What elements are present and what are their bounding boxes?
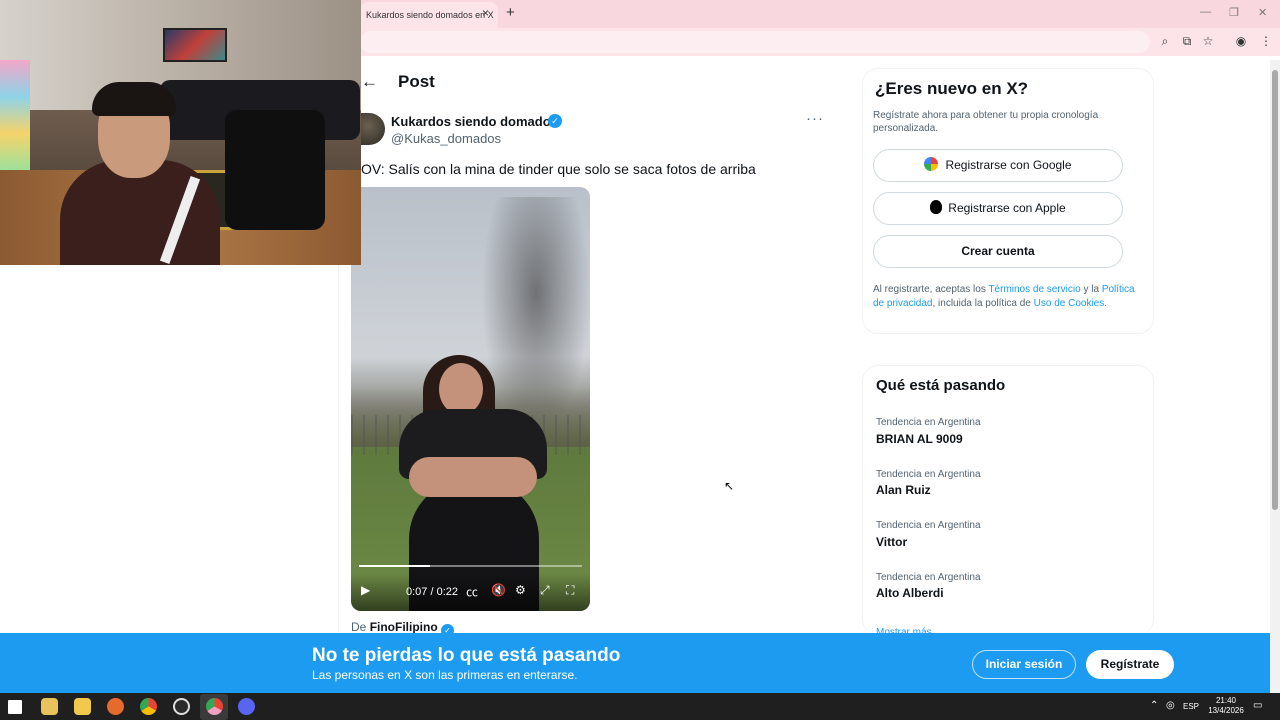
tab-title: Kukardos siendo domados en X — [366, 10, 494, 20]
restore-icon[interactable]: ❐ — [1229, 6, 1239, 19]
webcam-chair — [225, 110, 325, 230]
signup-title: ¿Eres nuevo en X? — [875, 79, 1029, 98]
tray-date: 13/4/2026 — [1208, 706, 1244, 715]
webcam-shelf — [0, 60, 30, 170]
mute-icon[interactable]: 🔇 — [491, 583, 506, 597]
banner-title: No te pierdas lo que está pasando — [312, 645, 621, 666]
terms-text: Al registrarte, aceptas los Términos de … — [873, 283, 1135, 310]
apple-icon — [930, 200, 943, 214]
install-icon[interactable]: ⧉ — [1179, 33, 1195, 49]
terms-text-4: . — [1104, 297, 1108, 309]
post-text: OV: Salís con la mina de tinder que solo… — [361, 161, 756, 177]
terms-text-1: Al registrarte, aceptas los — [873, 284, 989, 295]
more-options-icon[interactable]: ··· — [806, 110, 824, 127]
network-icon[interactable]: ◎ — [1166, 700, 1175, 711]
play-icon[interactable]: ▶ — [361, 583, 370, 597]
signup-subtitle: Regístrate ahora para obtener tu propia … — [873, 110, 1099, 134]
minimize-icon[interactable]: — — [1200, 6, 1211, 18]
notifications-icon[interactable]: ▭ — [1253, 700, 1262, 711]
banner-subtitle: Las personas en X son las primeras en en… — [312, 668, 578, 682]
video-progress-fill — [359, 565, 430, 567]
trend-meta: Tendencia en Argentina — [876, 572, 981, 583]
webcam-overlay — [0, 0, 361, 265]
cookies-link[interactable]: Uso de Cookies — [1034, 298, 1105, 309]
terms-text-2: y la — [1080, 284, 1102, 295]
trend-item[interactable]: BRIAN AL 9009 — [876, 432, 963, 446]
captions-icon[interactable]: ㏄ — [466, 583, 478, 600]
trend-item[interactable]: Vittor — [876, 535, 907, 549]
chrome-icon[interactable] — [140, 698, 157, 715]
menu-kebab-icon[interactable]: ⋮ — [1258, 33, 1274, 49]
firefox-icon[interactable] — [107, 698, 124, 715]
google-signup-button[interactable]: Registrarse con Google — [873, 149, 1123, 182]
source-name[interactable]: FinoFilipino — [370, 620, 438, 634]
webcam-painting — [163, 28, 227, 62]
fullscreen-icon[interactable]: ⛶ — [566, 583, 574, 598]
page-title: Post — [398, 72, 435, 91]
close-window-icon[interactable]: ✕ — [1258, 6, 1267, 19]
file-explorer-icon[interactable] — [74, 698, 91, 715]
video-player[interactable]: ▶ 0:07 / 0:22 ㏄ 🔇 ⚙ ⤢ ⛶ — [351, 187, 590, 611]
tray-time: 21:40 — [1215, 696, 1237, 705]
source-prefix: De — [351, 620, 367, 634]
trend-meta: Tendencia en Argentina — [876, 520, 981, 531]
tab-close-icon[interactable]: × — [482, 6, 489, 20]
new-tab-button[interactable]: + — [506, 4, 515, 21]
terms-text-3: , incluida la política de — [932, 297, 1034, 309]
video-person-face — [439, 363, 483, 415]
column-divider — [338, 265, 339, 635]
fullscreen-exit-icon[interactable]: ⤢ — [540, 583, 550, 598]
trend-meta: Tendencia en Argentina — [876, 417, 981, 428]
zoom-icon[interactable]: ⌕ — [1157, 33, 1173, 49]
trends-title: Qué está pasando — [876, 377, 1006, 394]
active-tab[interactable]: Kukardos siendo domados en X — [360, 2, 498, 28]
trend-item[interactable]: Alan Ruiz — [876, 483, 931, 497]
scrollbar-thumb[interactable] — [1272, 70, 1278, 510]
tray-chevron-icon[interactable]: ⌃ — [1150, 700, 1158, 711]
taskbar — [0, 693, 1280, 720]
trend-meta: Tendencia en Argentina — [876, 469, 981, 480]
register-button[interactable]: Regístrate — [1086, 650, 1174, 679]
back-arrow-icon[interactable]: ← — [361, 72, 378, 92]
terms-of-service-link[interactable]: Términos de servicio — [988, 284, 1080, 295]
author-name[interactable]: Kukardos siendo domados — [391, 114, 558, 129]
video-person-midriff — [409, 457, 537, 497]
media-player-icon[interactable] — [41, 698, 58, 715]
tray-clock[interactable]: 21:40 13/4/2026 — [1208, 696, 1244, 716]
obs-icon[interactable] — [173, 698, 190, 715]
login-button[interactable]: Iniciar sesión — [972, 650, 1076, 679]
tray-language[interactable]: ESP — [1183, 702, 1199, 711]
google-icon — [924, 157, 939, 171]
bookmark-star-icon[interactable]: ☆ — [1200, 33, 1216, 49]
mouse-cursor-icon: ↖ — [724, 479, 735, 493]
windows-start-icon[interactable] — [8, 700, 22, 714]
address-bar[interactable] — [360, 31, 1150, 53]
apple-signup-label: Registrarse con Apple — [948, 201, 1066, 215]
discord-icon[interactable] — [238, 698, 255, 715]
chrome-pink-icon[interactable] — [206, 698, 223, 715]
video-time: 0:07 / 0:22 — [406, 586, 458, 598]
avatar[interactable] — [361, 113, 385, 145]
signup-banner — [0, 633, 1270, 693]
create-account-button[interactable]: Crear cuenta — [873, 235, 1123, 268]
settings-icon[interactable]: ⚙ — [515, 583, 526, 597]
verified-badge-icon: ✓ — [548, 114, 562, 128]
webcam-person-hair — [92, 82, 176, 116]
profile-icon[interactable]: ◉ — [1233, 33, 1249, 49]
google-signup-label: Registrarse con Google — [945, 158, 1072, 172]
trend-item[interactable]: Alto Alberdi — [876, 586, 944, 600]
apple-signup-button[interactable]: Registrarse con Apple — [873, 192, 1123, 225]
author-handle[interactable]: @Kukas_domados — [391, 131, 501, 146]
